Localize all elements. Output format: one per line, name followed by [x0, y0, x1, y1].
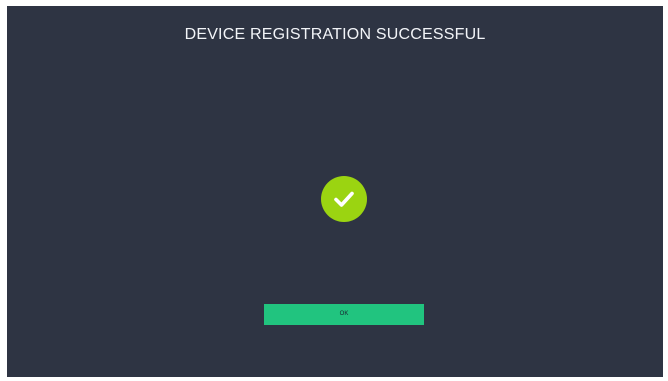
check-circle-icon	[321, 176, 367, 222]
registration-screen: DEVICE REGISTRATION SUCCESSFUL OK	[7, 6, 663, 377]
checkmark-icon	[334, 191, 354, 207]
page-title: DEVICE REGISTRATION SUCCESSFUL	[184, 26, 486, 43]
ok-button[interactable]: OK	[264, 304, 424, 325]
